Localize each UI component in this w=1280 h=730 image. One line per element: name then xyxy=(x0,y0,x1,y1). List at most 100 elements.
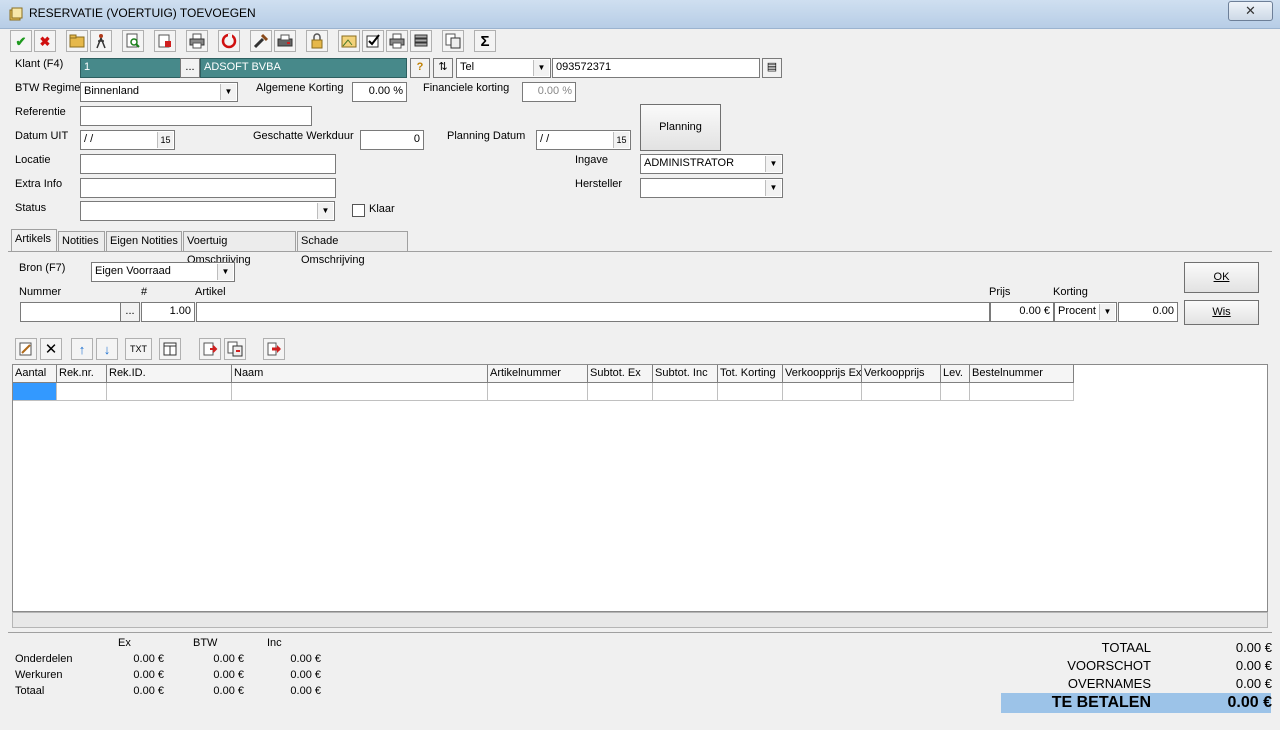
table-cell[interactable] xyxy=(488,383,588,401)
referentie-field[interactable] xyxy=(80,106,312,126)
tab-voertuig-omschrijving[interactable]: Voertuig Omschrijving xyxy=(183,231,296,266)
column-header-tot-korting[interactable]: Tot. Korting xyxy=(718,365,783,383)
locatie-field[interactable] xyxy=(80,154,336,174)
tab-schade-omschrijving[interactable]: Schade Omschrijving xyxy=(297,231,408,266)
tab-eigen-notities[interactable]: Eigen Notities xyxy=(106,231,182,251)
delete-icon[interactable]: ✕ xyxy=(40,338,62,360)
hersteller-select[interactable]: ▼ xyxy=(640,178,783,198)
contact-type-select[interactable]: Tel ▼ xyxy=(456,58,551,78)
table-cell[interactable] xyxy=(653,383,718,401)
klaar-checkbox[interactable] xyxy=(352,204,365,217)
table-cell[interactable] xyxy=(718,383,783,401)
calendar-icon[interactable]: 15 xyxy=(157,132,173,148)
contact-value-field[interactable]: 093572371 xyxy=(552,58,760,78)
korting-value-field[interactable]: 0.00 xyxy=(1118,302,1178,322)
korting-type-select[interactable]: Procent ▼ xyxy=(1054,302,1117,322)
walk-icon[interactable] xyxy=(90,30,112,52)
sum-icon[interactable]: Σ xyxy=(474,30,496,52)
klant-name-field[interactable]: ADSOFT BVBA xyxy=(200,58,407,78)
calendar-icon[interactable]: 15 xyxy=(613,132,629,148)
stack-icon[interactable] xyxy=(410,30,432,52)
chevron-down-icon[interactable]: ▼ xyxy=(317,203,333,219)
table-cell[interactable] xyxy=(970,383,1074,401)
column-header-subtot-ex[interactable]: Subtot. Ex xyxy=(588,365,653,383)
column-header-rek-nr[interactable]: Rek.nr. xyxy=(57,365,107,383)
status-select[interactable]: ▼ xyxy=(80,201,335,221)
bron-select[interactable]: Eigen Voorraad ▼ xyxy=(91,262,235,282)
table-cell[interactable] xyxy=(941,383,970,401)
btw-select[interactable]: Binnenland ▼ xyxy=(80,82,238,102)
checkbox-icon[interactable] xyxy=(362,30,384,52)
refresh-icon[interactable] xyxy=(218,30,240,52)
new-doc-icon[interactable] xyxy=(154,30,176,52)
import-icon[interactable] xyxy=(199,338,221,360)
table-cell[interactable] xyxy=(862,383,941,401)
table-cell[interactable] xyxy=(783,383,862,401)
export-icon[interactable] xyxy=(263,338,285,360)
arrow-up-icon[interactable]: ↑ xyxy=(71,338,93,360)
column-header-subtot-inc[interactable]: Subtot. Inc xyxy=(653,365,718,383)
planning-datum-field[interactable]: / / 15 xyxy=(536,130,631,150)
help-icon[interactable]: ? xyxy=(410,58,430,78)
wis-button[interactable]: Wis xyxy=(1184,300,1259,325)
planning-datum-label: Planning Datum xyxy=(447,130,526,142)
print2-icon[interactable] xyxy=(386,30,408,52)
table-cell[interactable] xyxy=(107,383,232,401)
search-doc-icon[interactable] xyxy=(122,30,144,52)
columns-icon[interactable] xyxy=(159,338,181,360)
chevron-down-icon[interactable]: ▼ xyxy=(217,264,233,280)
copy-icon[interactable] xyxy=(442,30,464,52)
txt-button[interactable]: TXT xyxy=(125,338,152,360)
klant-code-field[interactable]: 1 xyxy=(80,58,181,78)
copy-rows-icon[interactable] xyxy=(224,338,246,360)
column-header-lev[interactable]: Lev. xyxy=(941,365,970,383)
tools-icon[interactable] xyxy=(250,30,272,52)
column-header-verkoopprijs-ex[interactable]: Verkoopprijs Ex xyxy=(783,365,862,383)
table-cell[interactable] xyxy=(588,383,653,401)
column-header-aantal[interactable]: Aantal xyxy=(13,365,57,383)
printer-icon[interactable] xyxy=(274,30,296,52)
artikel-field[interactable] xyxy=(196,302,990,322)
nummer-browse-button[interactable]: ... xyxy=(120,302,140,322)
artikels-grid[interactable]: Aantal Rek.nr. Rek.ID. Naam Artikelnumme… xyxy=(12,364,1268,612)
contact-card-icon[interactable]: ▤ xyxy=(762,58,782,78)
tab-notities[interactable]: Notities xyxy=(58,231,105,251)
datum-uit-field[interactable]: / / 15 xyxy=(80,130,175,150)
ok-button[interactable]: OK xyxy=(1184,262,1259,293)
planning-button[interactable]: Planning xyxy=(640,104,721,151)
algemene-korting-field[interactable]: 0.00 % xyxy=(352,82,407,102)
lock-icon[interactable] xyxy=(306,30,328,52)
table-cell[interactable] xyxy=(13,383,57,401)
print-icon[interactable] xyxy=(186,30,208,52)
image-icon[interactable] xyxy=(338,30,360,52)
tab-artikels[interactable]: Artikels xyxy=(11,229,57,252)
prijs-field[interactable]: 0.00 € xyxy=(990,302,1054,322)
qty-field[interactable]: 1.00 xyxy=(141,302,195,322)
chevron-down-icon[interactable]: ▼ xyxy=(765,156,781,172)
check-icon[interactable]: ✔ xyxy=(10,30,32,52)
arrow-down-icon[interactable]: ↓ xyxy=(96,338,118,360)
edit-icon[interactable] xyxy=(15,338,37,360)
chevron-down-icon[interactable]: ▼ xyxy=(765,180,781,196)
financiele-korting-field[interactable]: 0.00 % xyxy=(522,82,576,102)
sort-icon[interactable]: ⇅ xyxy=(433,58,453,78)
chevron-down-icon[interactable]: ▼ xyxy=(220,84,236,100)
table-cell[interactable] xyxy=(232,383,488,401)
extra-info-field[interactable] xyxy=(80,178,336,198)
folder-icon[interactable] xyxy=(66,30,88,52)
horizontal-scrollbar[interactable] xyxy=(12,612,1268,628)
column-header-verkoopprijs[interactable]: Verkoopprijs xyxy=(862,365,941,383)
column-header-bestelnummer[interactable]: Bestelnummer xyxy=(970,365,1074,383)
chevron-down-icon[interactable]: ▼ xyxy=(1099,304,1115,320)
nummer-field[interactable] xyxy=(20,302,121,322)
close-button[interactable]: ✕ xyxy=(1228,1,1273,21)
chevron-down-icon[interactable]: ▼ xyxy=(533,60,549,76)
column-header-naam[interactable]: Naam xyxy=(232,365,488,383)
column-header-rek-id[interactable]: Rek.ID. xyxy=(107,365,232,383)
table-cell[interactable] xyxy=(57,383,107,401)
werkduur-field[interactable]: 0 xyxy=(360,130,424,150)
ingave-select[interactable]: ADMINISTRATOR ▼ xyxy=(640,154,783,174)
klant-browse-button[interactable]: ... xyxy=(180,58,200,78)
cancel-icon[interactable]: ✖ xyxy=(34,30,56,52)
column-header-artikelnummer[interactable]: Artikelnummer xyxy=(488,365,588,383)
